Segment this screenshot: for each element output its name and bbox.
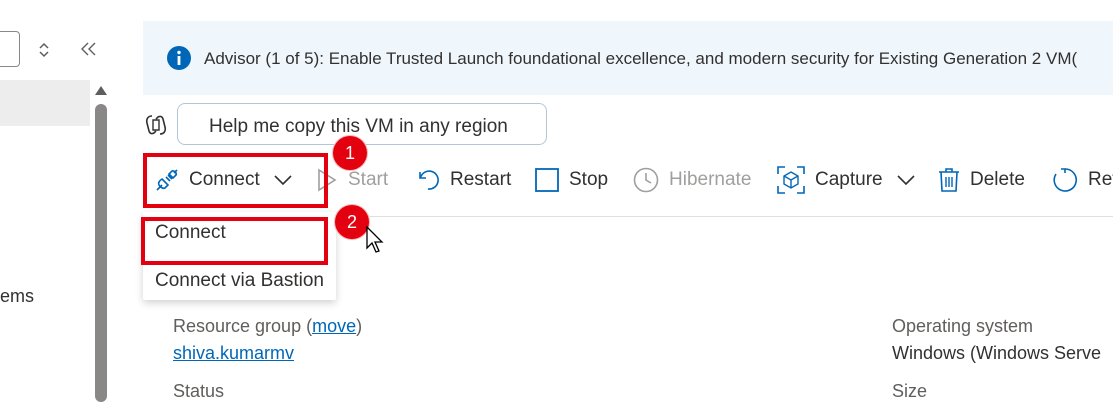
resource-group-value-link[interactable]: shiva.kumarmv: [173, 343, 294, 364]
left-pane: ems: [0, 0, 122, 402]
os-value: Windows (Windows Serve: [892, 343, 1102, 363]
info-icon: [167, 46, 191, 70]
stop-button[interactable]: Stop: [535, 158, 608, 202]
highlight-connect-button: [143, 153, 328, 208]
menu-item-connect-via-bastion[interactable]: Connect via Bastion: [155, 270, 324, 292]
restart-icon: [419, 170, 439, 190]
capture-button[interactable]: Capture: [777, 158, 915, 202]
hibernate-label: Hibernate: [669, 169, 752, 190]
start-label: Start: [348, 169, 389, 190]
scrollbar-thumb[interactable]: [95, 104, 107, 402]
refresh-button[interactable]: Ref: [1052, 158, 1113, 202]
advisor-message: Advisor (1 of 5): Enable Trusted Launch …: [204, 49, 1078, 68]
step-badge-2: 2: [335, 205, 369, 239]
stop-icon: [535, 168, 559, 192]
restart-label: Restart: [450, 169, 512, 190]
size-label: Size: [892, 381, 928, 401]
step-badge-1: 1: [333, 136, 367, 170]
delete-button[interactable]: Delete: [938, 158, 1025, 202]
resource-group-label: Resource group (move): [173, 316, 363, 336]
refresh-label: Ref: [1088, 169, 1113, 190]
capture-icon: [777, 166, 805, 194]
restart-button[interactable]: Restart: [416, 158, 511, 202]
copilot-suggestion-label: Help me copy this VM in any region: [209, 116, 508, 137]
status-label: Status: [173, 381, 225, 401]
collapse-pane-icon[interactable]: [80, 40, 98, 58]
refresh-icon: [1053, 168, 1077, 192]
hibernate-button[interactable]: Hibernate: [633, 158, 751, 202]
capture-label: Capture: [815, 169, 883, 190]
copilot-suggestion-button[interactable]: Help me copy this VM in any region: [177, 103, 547, 145]
sort-icon[interactable]: [36, 40, 52, 60]
clock-icon: [633, 167, 659, 193]
advisor-banner[interactable]: Advisor (1 of 5): Enable Trusted Launch …: [143, 21, 1113, 95]
os-label: Operating system: [892, 316, 1034, 336]
selected-nav-item[interactable]: [0, 80, 90, 126]
delete-label: Delete: [970, 169, 1025, 190]
stop-label: Stop: [569, 169, 609, 190]
copilot-icon: [145, 115, 167, 135]
sidebar-item-label[interactable]: ems: [0, 286, 34, 307]
filter-input[interactable]: [0, 31, 20, 67]
mouse-cursor-icon: [366, 226, 384, 253]
trash-icon: [939, 168, 959, 192]
scroll-up-arrow-icon[interactable]: [94, 84, 108, 96]
capture-chevron-down-icon: [897, 175, 915, 186]
highlight-connect-menu-item: [141, 217, 328, 265]
move-link[interactable]: move: [312, 316, 356, 336]
